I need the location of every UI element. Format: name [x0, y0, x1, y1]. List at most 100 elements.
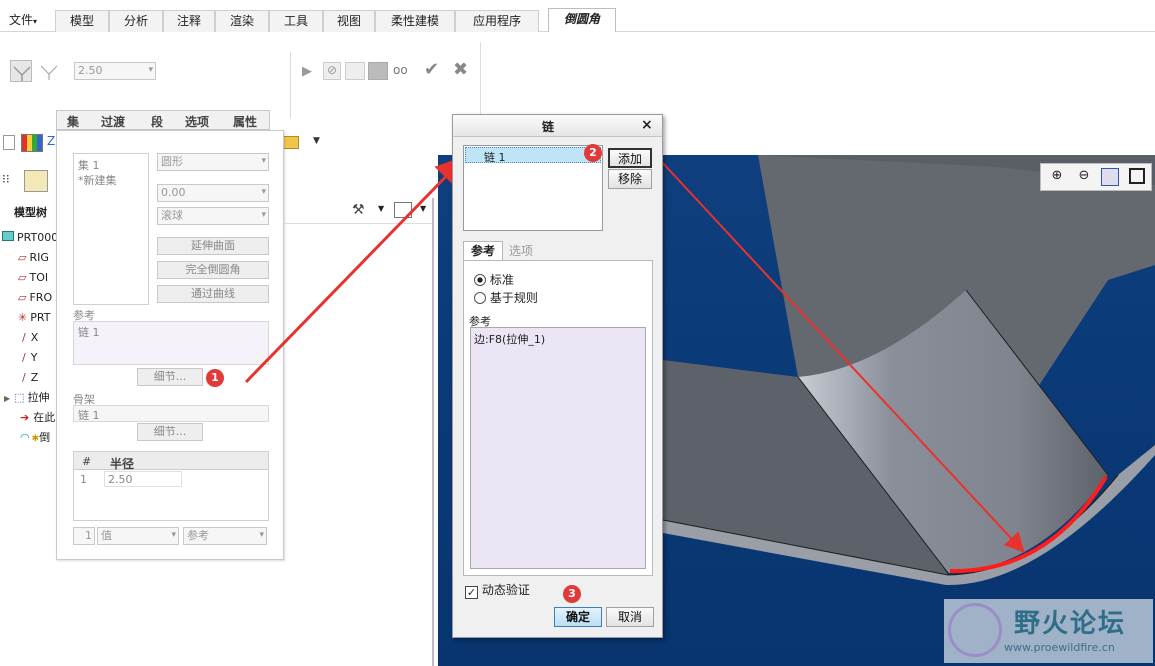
check-icon[interactable]: ✔ [424, 59, 439, 80]
tab-annotate[interactable]: 注释 [163, 10, 215, 32]
ref-type-select[interactable]: 参考 ▾ [183, 527, 267, 545]
checkbox-label: 动态验证 [481, 583, 530, 597]
chevron-down-icon[interactable]: ▼ [420, 204, 426, 213]
chain-list[interactable]: 链 1 [463, 145, 603, 231]
value-select[interactable]: 0.00 ▾ [157, 184, 269, 202]
tree-item-axis-z[interactable]: / Z [22, 369, 38, 387]
close-icon[interactable]: × [641, 117, 653, 133]
tree-item-right[interactable]: ▱ RIG [18, 249, 49, 267]
add-button[interactable]: 添加 [608, 148, 652, 168]
tab-options[interactable]: 选项 [185, 113, 209, 130]
tab-model[interactable]: 模型 [55, 10, 109, 32]
shape-select[interactable]: 圆形 ▾ [157, 153, 269, 171]
chevron-down-icon[interactable]: ▼ [313, 136, 320, 146]
tab-flexible-modeling[interactable]: 柔性建模 [375, 10, 455, 32]
method-select[interactable]: 滚球 ▾ [157, 207, 269, 225]
folder-browser-icon[interactable] [24, 170, 48, 192]
cancel-button[interactable]: 取消 [606, 607, 654, 627]
menu-file[interactable]: 文件▾ [0, 10, 46, 32]
show-filter-icon[interactable] [394, 202, 412, 218]
set-list[interactable]: 集 1 *新建集 [73, 153, 149, 305]
footer-index[interactable]: 1 [73, 527, 95, 545]
tab-label: 渲染 [229, 14, 254, 28]
tab-options[interactable]: 选项 [503, 243, 539, 261]
constant-radius-icon[interactable] [10, 60, 32, 82]
chevron-down-icon[interactable]: ▼ [378, 204, 384, 213]
display-style-icon[interactable] [1129, 168, 1145, 184]
tab-label: 工具 [283, 14, 308, 28]
tab-analysis[interactable]: 分析 [109, 10, 163, 32]
references-value: 链 1 [78, 326, 100, 339]
no-preview-icon[interactable]: ⊘ [323, 62, 341, 80]
refit-icon[interactable] [1101, 168, 1119, 186]
tree-item-label: TOI [29, 271, 49, 284]
preview-mesh-icon[interactable] [345, 62, 365, 80]
variable-radius-icon[interactable] [38, 60, 60, 82]
ok-button[interactable]: 确定 [554, 607, 602, 627]
radius-input[interactable]: 2.50 ▾ [74, 62, 156, 80]
tab-transition[interactable]: 过渡 [101, 113, 125, 130]
watermark-url: www.proewildfire.cn [1004, 641, 1115, 654]
tab-tools[interactable]: 工具 [269, 10, 323, 32]
tab-view[interactable]: 视图 [323, 10, 375, 32]
tree-item-axis-x[interactable]: / X [22, 329, 38, 347]
zoom-out-icon[interactable]: ⊖ [1074, 168, 1094, 188]
tab-set[interactable]: 集 [67, 113, 79, 130]
dynamic-validate-checkbox[interactable]: ✓ 动态验证 [465, 581, 530, 599]
preview-solid-icon[interactable] [368, 62, 388, 80]
full-round-button[interactable]: 完全倒圆角 [157, 261, 269, 279]
radio-rule-based[interactable]: 基于规则 [474, 289, 538, 306]
value-type-select[interactable]: 值 ▾ [97, 527, 179, 545]
reference-collector[interactable]: 边:F8(拉伸_1) [470, 327, 646, 569]
zoom-in-icon[interactable]: ⊕ [1047, 168, 1067, 188]
tab-body: 标准 基于规则 参考 边:F8(拉伸_1) [463, 260, 653, 576]
tree-item-round[interactable]: ◠ ✱倒 [20, 429, 50, 447]
tab-properties[interactable]: 属性 [233, 113, 257, 130]
skeleton-collector[interactable]: 链 1 [73, 405, 269, 422]
tab-references[interactable]: 参考 [463, 241, 503, 261]
checkbox-checked-icon: ✓ [465, 586, 478, 599]
set-panel: 集 1 *新建集 圆形 ▾ 0.00 ▾ 滚球 ▾ 延伸曲面 完全倒圆角 通过曲线 参… [56, 130, 284, 560]
pause-play-icon[interactable]: ▶ [302, 64, 312, 79]
tree-item-front[interactable]: ▱ FRO [18, 289, 52, 307]
tree-view-icon[interactable]: ⁝⁝ [2, 172, 10, 186]
splitter[interactable] [432, 198, 434, 666]
layer-icon[interactable]: Z [47, 134, 55, 148]
tab-label: 应用程序 [472, 14, 521, 28]
tab-render[interactable]: 渲染 [215, 10, 269, 32]
radius-table[interactable]: # 半径 1 2.50 [73, 451, 269, 521]
chevron-down-icon: ▾ [261, 156, 266, 166]
new-set-item[interactable]: *新建集 [78, 172, 117, 188]
tab-applications[interactable]: 应用程序 [455, 10, 539, 32]
cancel-x-icon[interactable]: ✖ [453, 59, 468, 80]
tree-item-csys[interactable]: ✳ PRT [18, 309, 50, 327]
glasses-icon[interactable]: oo [393, 63, 408, 77]
tab-round[interactable]: 倒圆角 [548, 8, 616, 33]
radio-checked-icon [474, 274, 486, 286]
table-row[interactable]: 2.50 [104, 471, 182, 487]
tree-item-axis-y[interactable]: / Y [22, 349, 37, 367]
extend-surfaces-button[interactable]: 延伸曲面 [157, 237, 269, 255]
skeleton-details-button[interactable]: 细节... [137, 423, 203, 441]
radio-standard[interactable]: 标准 [474, 271, 514, 288]
appearance-gallery-icon[interactable] [21, 134, 43, 152]
through-curve-button[interactable]: 通过曲线 [157, 285, 269, 303]
column-header: # [82, 455, 92, 468]
tree-item-top[interactable]: ▱ TOI [18, 269, 48, 287]
tree-item-part[interactable]: PRT000 [2, 229, 58, 247]
folder-icon[interactable] [283, 136, 299, 149]
menu-bar: 文件▾ 模型 分析 注释 渲染 工具 视图 柔性建模 应用程序 倒圆角 [0, 0, 1155, 33]
tab-segment[interactable]: 段 [151, 113, 163, 130]
tree-item-insert-here[interactable]: ➔ 在此 [20, 409, 55, 427]
tab-label: 柔性建模 [390, 14, 439, 28]
details-button[interactable]: 细节... [137, 368, 203, 386]
references-collector[interactable]: 链 1 [73, 321, 269, 365]
new-file-icon[interactable] [3, 135, 15, 150]
value-text: 0.00 [161, 186, 186, 199]
tree-item-extrude[interactable]: ▶ ⬚ 拉伸 [4, 389, 50, 407]
set-item[interactable]: 集 1 [78, 157, 100, 173]
remove-button[interactable]: 移除 [608, 169, 652, 189]
settings-tools-icon[interactable]: ⚒ [352, 202, 365, 218]
chevron-down-icon: ▾ [261, 187, 266, 197]
list-item[interactable]: 链 1 [465, 147, 601, 164]
